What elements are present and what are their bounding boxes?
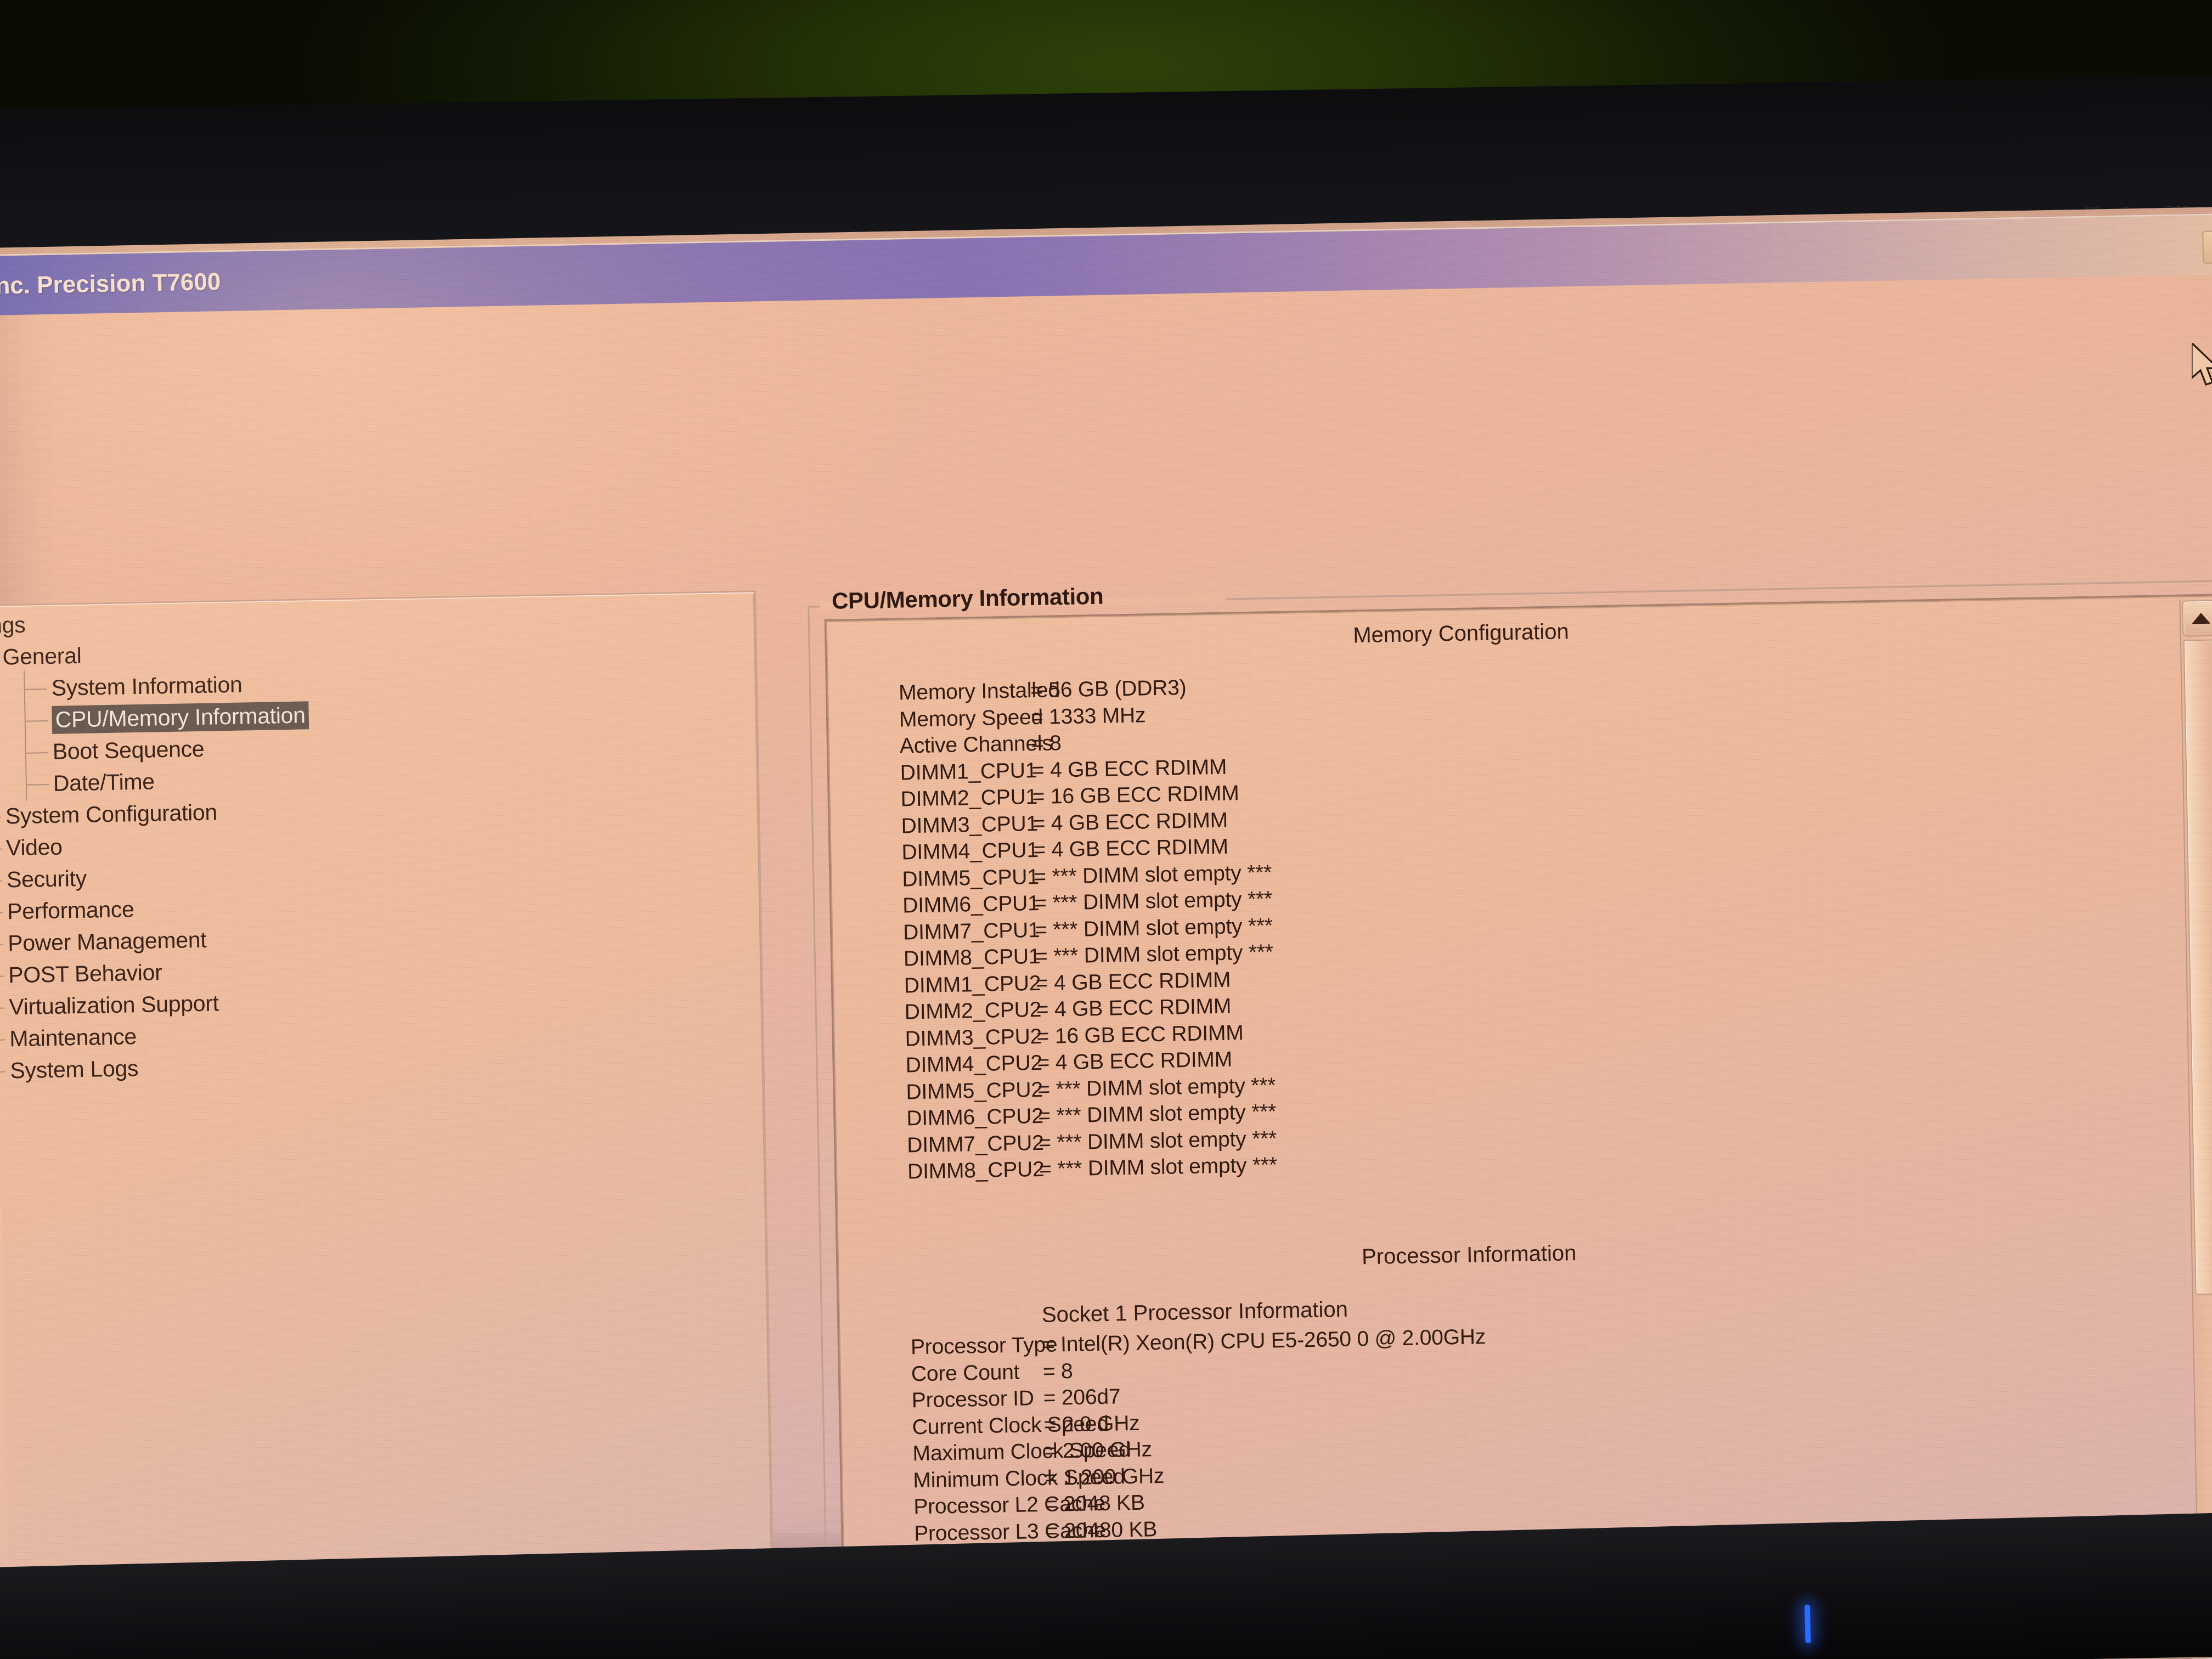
info-row-value: = Intel(R) Xeon(R) CPU E5-2650 0 @ 2.00G… [1042,1325,1486,1357]
info-row-key: DIMM6_CPU2 [906,1104,1044,1131]
sidebar-item-label: System Logs [10,1056,139,1084]
tree-connector [0,1039,5,1041]
info-row-key: Core Count [911,1360,1020,1386]
info-row-key: DIMM1_CPU1 [900,758,1037,785]
window-close-button[interactable] [2202,230,2212,264]
info-row-key: DIMM5_CPU2 [906,1077,1043,1104]
sidebar-item-label: Power Management [7,927,207,956]
info-row-key: DIMM4_CPU1 [901,838,1039,865]
info-row-value: = *** DIMM slot empty *** [1034,913,1273,942]
info-row-value: = 4 GB ECC RDIMM [1031,755,1227,782]
info-row-value: = 8 [1031,731,1062,756]
info-row-value: = *** DIMM slot empty *** [1034,887,1273,916]
info-row-key: Active Channels [899,731,1053,758]
info-row-value: = 206d7 [1043,1385,1121,1410]
info-row-key: DIMM1_CPU2 [904,971,1041,997]
memory-configuration-heading: Memory Configuration [1352,619,1570,648]
info-row-value: = 16 GB ECC RDIMM [1036,1020,1244,1048]
sidebar-item-label: General [2,642,82,670]
info-row-key: Memory Speed [899,705,1043,732]
info-row-key: DIMM2_CPU1 [900,785,1038,811]
power-led-indicator [1804,1604,1811,1644]
info-row-value: = 16 GB ECC RDIMM [1032,781,1239,809]
chevron-up-icon [2191,612,2211,624]
info-row-value: = 4 GB ECC RDIMM [1032,808,1228,836]
sidebar-item-label: Virtualization Support [8,990,219,1020]
sidebar-item-label: Maintenance [9,1024,137,1052]
info-row-value: = 1.200 GHz [1045,1464,1165,1490]
info-row-key: DIMM7_CPU1 [902,918,1040,944]
tree-connector [0,1007,5,1009]
info-row-value: = 8 [1042,1359,1073,1384]
tree-connector [0,816,2,819]
monitor-screen: Inc. Precision T7600 ettings−GeneralSyst… [0,206,2212,1659]
settings-tree[interactable]: ettings−GeneralSystem InformationCPU/Mem… [0,596,763,1088]
info-row-key: DIMM8_CPU1 [903,944,1041,971]
sidebar-item-label: System Configuration [5,799,218,829]
sidebar-item-label: CPU/Memory Information [52,701,309,734]
window-body: ettings−GeneralSystem InformationCPU/Mem… [0,272,2212,1659]
photo-scene: FlexScan SX Inc. Precision T7600 ettings… [0,0,2212,1659]
tree-connector [0,912,3,914]
info-row-value: = *** DIMM slot empty *** [1038,1126,1277,1155]
info-scroll-container: Memory Configuration Memory Installed = 56… [824,594,2212,1627]
info-row-key: DIMM8_CPU2 [907,1157,1045,1184]
info-row-key: DIMM4_CPU2 [905,1051,1043,1077]
tree-connector [26,783,49,786]
sidebar-item-label: Performance [7,896,134,924]
sidebar-item-label: System Information [51,672,242,701]
sidebar-item-label: Date/Time [53,769,155,796]
window-title: Inc. Precision T7600 [0,268,221,300]
info-row-key: DIMM6_CPU1 [902,891,1040,918]
info-row-value: = *** DIMM slot empty *** [1037,1100,1277,1128]
info-row-value: = 2.0 GHz [1043,1411,1140,1437]
info-row-key: DIMM3_CPU2 [905,1024,1042,1051]
processor-information-heading: Processor Information [1361,1241,1577,1269]
info-row-value: = 4 GB ECC RDIMM [1035,968,1231,995]
tree-connector-vertical [24,702,26,737]
tree-connector [25,720,48,722]
info-row-value: = 4 GB ECC RDIMM [1033,834,1229,862]
info-row-key: DIMM7_CPU2 [906,1131,1044,1157]
info-row-value: = 4 GB ECC RDIMM [1037,1047,1233,1075]
settings-tree-panel: ettings−GeneralSystem InformationCPU/Mem… [0,590,777,1659]
tree-connector-vertical [24,670,26,706]
info-row-value: = *** DIMM slot empty *** [1037,1073,1276,1102]
sidebar-item-label: Security [6,865,87,893]
tree-connector [26,752,48,754]
info-row-value: = *** DIMM slot empty *** [1035,940,1274,969]
info-row-key: Processor ID [911,1386,1035,1413]
info-row-key: Processor Type [910,1333,1058,1359]
tree-connector [0,1071,6,1073]
scroll-up-button[interactable] [2182,600,2212,637]
info-row-key: DIMM3_CPU1 [901,811,1039,838]
tree-connector [0,848,2,850]
info-row-key: DIMM5_CPU1 [901,865,1040,891]
tree-connector-vertical [25,765,27,801]
scrollbar-thumb[interactable] [2183,639,2212,1295]
tree-root-label: ettings [0,612,26,639]
info-row-value: = 1333 MHz [1030,703,1146,729]
tree-connector [0,975,4,978]
tree-connector [0,880,3,882]
socket-1-heading: Socket 1 Processor Information [1041,1297,1348,1327]
tree-connector [0,944,4,946]
tree-connector [25,689,47,690]
sidebar-item-label: Boot Sequence [52,736,205,764]
info-row-value: = *** DIMM slot empty *** [1039,1153,1278,1182]
info-row-value: = 2.00 GHz [1044,1437,1153,1463]
tree-connector-vertical [25,733,27,769]
info-row-value: = 56 GB (DDR3) [1030,675,1187,703]
info-content: Memory Configuration Memory Installed = 56… [826,596,2183,1624]
info-row-value: = 4 GB ECC RDIMM [1036,994,1232,1022]
groupbox-title: CPU/Memory Information [831,583,1104,614]
vertical-scrollbar[interactable] [2179,599,2212,1596]
info-row-key: DIMM2_CPU2 [904,997,1042,1024]
info-row-value: = 2048 KB [1045,1491,1146,1516]
info-row-value: = *** DIMM slot empty *** [1033,860,1272,889]
sidebar-item-label: POST Behavior [8,960,162,988]
sidebar-item-label: Video [5,834,63,861]
